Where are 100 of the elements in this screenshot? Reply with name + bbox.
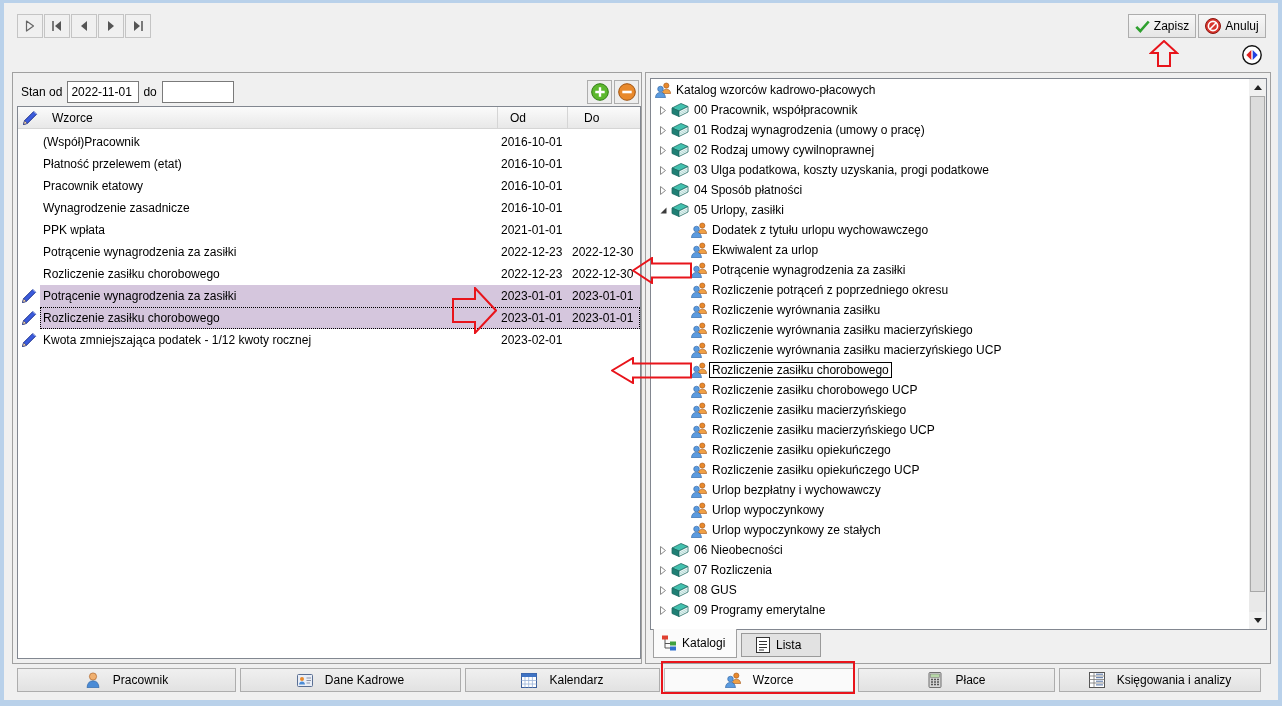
- tree-item[interactable]: Rozliczenie zasiłku chorobowego: [709, 362, 892, 378]
- date-field[interactable]: [161, 81, 234, 103]
- triangle-right-icon[interactable]: [660, 605, 666, 615]
- triangle-right-icon: [107, 20, 115, 32]
- scroll-up-button[interactable]: [1249, 79, 1266, 96]
- module-tab[interactable]: Pracownik: [17, 668, 236, 692]
- table-row[interactable]: PPK wpłata 2021-01-01: [40, 219, 640, 241]
- column-header[interactable]: Od: [510, 108, 526, 127]
- triangle-right-icon[interactable]: [660, 585, 666, 595]
- people-icon: [691, 362, 707, 378]
- table-row[interactable]: Pracownik etatowy 2016-10-01: [40, 175, 640, 197]
- scrollbar-thumb[interactable]: [1250, 96, 1265, 592]
- calendar-icon: [521, 672, 538, 688]
- triangle-right-icon[interactable]: [660, 165, 666, 175]
- people-icon: [691, 262, 707, 278]
- tree-item[interactable]: Rozliczenie zasiłku opiekuńczego: [709, 442, 894, 458]
- date-field[interactable]: 2022-11-01: [67, 81, 140, 103]
- table-cell: 2023-01-01: [572, 289, 634, 303]
- table-cell: 2016-10-01: [501, 157, 563, 171]
- tree-item[interactable]: 06 Nieobecności: [691, 542, 786, 558]
- triangle-right-icon[interactable]: [660, 125, 666, 135]
- arrow-annotation: [452, 287, 497, 334]
- document-icon: [755, 637, 771, 653]
- table-row[interactable]: Rozliczenie zasiłku chorobowego 2023-01-01 2023-01-01: [40, 307, 640, 329]
- module-tab[interactable]: Dane Kadrowe: [240, 668, 461, 692]
- table-cell: 2016-10-01: [501, 201, 563, 215]
- tree-item[interactable]: Urlop bezpłatny i wychowawczy: [709, 482, 884, 498]
- panel-tab[interactable]: Lista: [741, 633, 821, 657]
- cancel-button[interactable]: Anuluj: [1198, 14, 1266, 38]
- tree-item[interactable]: Rozliczenie zasiłku macierzyńskiego: [709, 402, 910, 418]
- people-icon: [691, 342, 707, 358]
- tree-item[interactable]: Rozliczenie potrąceń z poprzedniego okresu: [709, 282, 952, 298]
- tree-item[interactable]: Ekwiwalent za urlop: [709, 242, 822, 258]
- module-tab[interactable]: Wzorce: [664, 668, 854, 692]
- triangle-right-icon[interactable]: [660, 565, 666, 575]
- save-button[interactable]: Zapisz: [1128, 14, 1196, 38]
- tree-item[interactable]: 09 Programy emerytalne: [691, 602, 829, 618]
- nav-button[interactable]: [44, 14, 70, 38]
- left-right-arrows-icon[interactable]: [1242, 45, 1262, 65]
- tree-item[interactable]: Rozliczenie wyrównania zasiłku macierzyńskiego UCP: [709, 342, 1005, 358]
- vertical-scrollbar[interactable]: [1249, 79, 1266, 629]
- table-cell: 2016-10-01: [501, 135, 563, 149]
- module-tab[interactable]: Płace: [858, 668, 1055, 692]
- table-row[interactable]: Płatność przelewem (etat) 2016-10-01: [40, 153, 640, 175]
- triangle-right-icon[interactable]: [660, 105, 666, 115]
- triangle-down-icon[interactable]: [659, 206, 667, 214]
- tree-item[interactable]: Katalog wzorców kadrowo-płacowych: [673, 82, 879, 98]
- table-cell: Rozliczenie zasiłku chorobowego: [43, 267, 220, 281]
- people-icon: [691, 322, 707, 338]
- table-row[interactable]: Rozliczenie zasiłku chorobowego 2022-12-23 2022-12-30: [40, 263, 640, 285]
- nav-button[interactable]: [98, 14, 124, 38]
- book-icon: [671, 542, 689, 558]
- add-button[interactable]: [587, 80, 612, 104]
- tree-item[interactable]: Potrącenie wynagrodzenia za zasiłki: [709, 262, 909, 278]
- remove-button[interactable]: [614, 80, 639, 104]
- nav-button[interactable]: [17, 14, 43, 38]
- column-header[interactable]: Wzorce: [52, 108, 93, 127]
- tree-item[interactable]: 02 Rodzaj umowy cywilnoprawnej: [691, 142, 878, 158]
- tree-item[interactable]: 08 GUS: [691, 582, 740, 598]
- tree-item[interactable]: Rozliczenie wyrównania zasiłku: [709, 302, 884, 318]
- tree-item[interactable]: Rozliczenie zasiłku opiekuńczego UCP: [709, 462, 923, 478]
- table-row[interactable]: Potrącenie wynagrodzenia za zasiłki 2022-12-23 2022-12-30: [40, 241, 640, 263]
- triangle-right-icon[interactable]: [660, 545, 666, 555]
- book-icon: [671, 562, 689, 578]
- tree-item[interactable]: Urlop wypoczynkowy ze stałych: [709, 522, 884, 538]
- people-icon: [691, 442, 707, 458]
- table-row[interactable]: (Współ)Pracownik 2016-10-01: [40, 131, 640, 153]
- table-row[interactable]: Wynagrodzenie zasadnicze 2016-10-01: [40, 197, 640, 219]
- triangle-up-icon: [1253, 85, 1262, 90]
- tree-item[interactable]: 07 Rozliczenia: [691, 562, 776, 578]
- tree-item[interactable]: 04 Sposób płatności: [691, 182, 806, 198]
- table-row[interactable]: Kwota zmniejszająca podatek - 1/12 kwoty rocznej 2023-02-01: [40, 329, 640, 351]
- tree-item[interactable]: Rozliczenie zasiłku macierzyńskiego UCP: [709, 422, 938, 438]
- tree-item[interactable]: Rozliczenie zasiłku chorobowego UCP: [709, 382, 921, 398]
- book-icon: [671, 582, 689, 598]
- outline-triangle-icon: [25, 20, 35, 32]
- people-icon: [655, 82, 671, 98]
- panel-tab[interactable]: Katalogi: [653, 629, 737, 658]
- tree-item[interactable]: Rozliczenie wyrównania zasiłku macierzyńskiego: [709, 322, 976, 338]
- module-tab[interactable]: Księgowania i analizy: [1059, 668, 1261, 692]
- tree-item[interactable]: 00 Pracownik, współpracownik: [691, 102, 861, 118]
- column-header[interactable]: Do: [584, 108, 600, 127]
- module-tab[interactable]: Kalendarz: [465, 668, 660, 692]
- table-row[interactable]: Potrącenie wynagrodzenia za zasiłki 2023-01-01 2023-01-01: [40, 285, 640, 307]
- tree-item[interactable]: Dodatek z tytułu urlopu wychowawczego: [709, 222, 932, 238]
- triangle-right-icon[interactable]: [660, 145, 666, 155]
- table-cell: 2022-12-23: [501, 267, 563, 281]
- tree-item[interactable]: 03 Ulga podatkowa, koszty uzyskania, progi podatkowe: [691, 162, 992, 178]
- triangle-down-icon: [1253, 618, 1262, 623]
- people-icon: [691, 462, 707, 478]
- triangle-right-icon[interactable]: [660, 185, 666, 195]
- nav-button[interactable]: [125, 14, 151, 38]
- book-icon: [671, 602, 689, 618]
- nav-button[interactable]: [71, 14, 97, 38]
- tree-item[interactable]: Urlop wypoczynkowy: [709, 502, 828, 518]
- tree-item[interactable]: 01 Rodzaj wynagrodzenia (umowy o pracę): [691, 122, 928, 138]
- table-cell: Kwota zmniejszająca podatek - 1/12 kwoty rocznej: [43, 333, 312, 347]
- scroll-down-button[interactable]: [1249, 612, 1266, 629]
- tree-item[interactable]: 05 Urlopy, zasiłki: [691, 202, 787, 218]
- table-icon: [1088, 672, 1105, 688]
